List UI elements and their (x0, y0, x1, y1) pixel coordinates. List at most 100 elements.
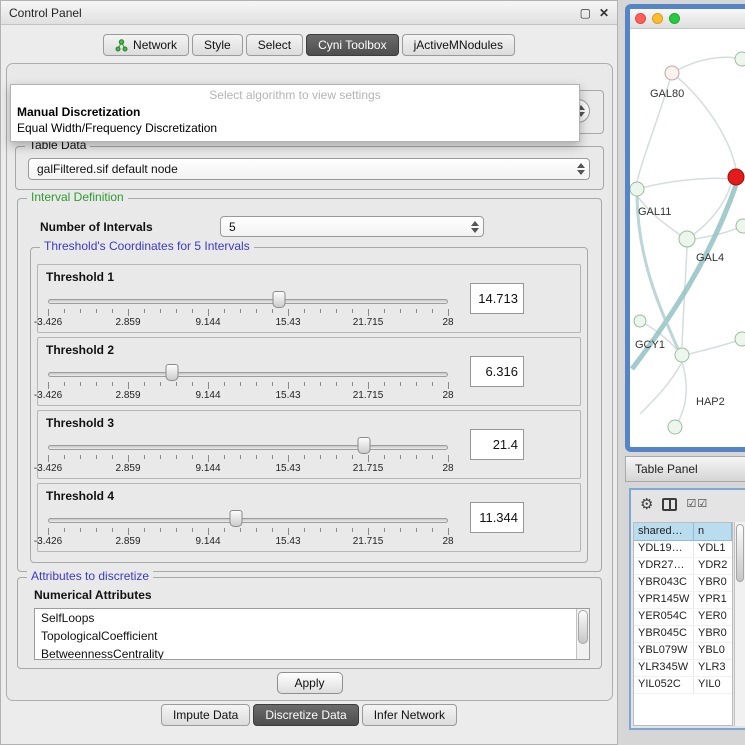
node-partial-right[interactable] (736, 219, 745, 233)
cyni-toolbox-panel: Discretization Algorithm Table Data galF… (6, 63, 613, 701)
threshold-1-value-field[interactable] (470, 283, 524, 314)
zoom-button[interactable] (669, 13, 680, 24)
node-gal80[interactable] (665, 66, 679, 80)
network-view-window: GAL80 GAL11 GAL4 GCY1 HAP2 (625, 4, 745, 452)
control-panel-titlebar[interactable]: Control Panel ▢ ✕ (1, 1, 617, 25)
checkbox-icons[interactable]: ☑☑ (686, 499, 708, 510)
tab-jactivemnodules[interactable]: jActiveMNodules (402, 34, 515, 56)
group-title: Threshold's Coordinates for 5 Intervals (40, 239, 254, 253)
numerical-attributes-list[interactable]: SelfLoopsTopologicalCoefficientBetweenne… (34, 608, 590, 660)
node-partial-right-2[interactable] (735, 332, 745, 346)
table-cell: YDR2 (694, 558, 732, 574)
slider-thumb[interactable] (166, 364, 179, 381)
popup-option-equal-width-frequency[interactable]: Equal Width/Frequency Discretization (11, 120, 579, 136)
list-item[interactable]: SelfLoops (35, 609, 589, 627)
columns-icon[interactable] (662, 498, 677, 511)
threshold-4-value-field[interactable] (470, 502, 524, 533)
popup-placeholder: Select algorithm to view settings (11, 85, 579, 104)
threshold-4-slider[interactable]: -3.4262.8599.14415.4321.71528 (48, 508, 448, 550)
scale-label: -3.426 (34, 463, 62, 474)
table-cell: YDR27… (634, 558, 694, 574)
column-header-name[interactable]: n (694, 523, 732, 541)
tab-discretize-data[interactable]: Discretize Data (253, 704, 358, 726)
scrollbar-thumb[interactable] (736, 524, 744, 582)
algorithm-dropdown-popup: Select algorithm to view settings Manual… (10, 84, 580, 142)
minimize-button[interactable] (652, 13, 663, 24)
threshold-1-slider[interactable]: -3.4262.8599.14415.4321.71528 (48, 289, 448, 331)
close-button[interactable] (635, 13, 646, 24)
tab-select[interactable]: Select (246, 34, 303, 56)
table-row[interactable]: YBR043CYBR0 (634, 575, 732, 592)
tab-label: Network (133, 38, 177, 52)
slider-track[interactable] (48, 299, 448, 304)
slider-thumb[interactable] (272, 291, 285, 308)
popup-option-manual-discretization[interactable]: Manual Discretization (11, 104, 579, 120)
close-icon[interactable]: ✕ (599, 7, 609, 19)
float-window-icon[interactable]: ▢ (580, 7, 591, 19)
scale-label: 15.43 (275, 317, 300, 328)
network-window-titlebar[interactable] (630, 9, 745, 29)
node-hap2[interactable] (668, 420, 682, 434)
node-small[interactable] (634, 315, 646, 327)
threshold-3-value-field[interactable] (470, 429, 524, 460)
scrollbar-thumb[interactable] (578, 610, 588, 644)
table-row[interactable]: YDL19…YDL1 (634, 541, 732, 558)
threshold-label: Threshold 4 (46, 489, 114, 503)
tab-style[interactable]: Style (192, 34, 243, 56)
table-toolbar: ⚙ ☑☑ (631, 490, 745, 518)
threshold-2-block: Threshold 2 -3.4262.8599.14415.4321.7152… (37, 337, 581, 406)
slider-track[interactable] (48, 518, 448, 523)
scale-label: 21.715 (353, 390, 384, 401)
slider-scale: -3.4262.8599.14415.4321.71528 (48, 317, 448, 329)
node-gcy1[interactable] (675, 348, 689, 362)
slider-track[interactable] (48, 372, 448, 377)
tab-label: Style (204, 38, 231, 52)
table-row[interactable]: YBR045CYBR0 (634, 626, 732, 643)
tab-impute-data[interactable]: Impute Data (161, 704, 250, 726)
window-title: Control Panel (9, 6, 82, 20)
table-row[interactable]: YLR345WYLR3 (634, 660, 732, 677)
table-data-combobox[interactable]: galFiltered.sif default node (28, 158, 590, 180)
top-tab-bar: Network Style Select Cyni Toolbox jActiv… (1, 34, 617, 56)
tab-label: jActiveMNodules (414, 38, 503, 52)
slider-track[interactable] (48, 445, 448, 450)
table-row[interactable]: YIL052CYIL0 (634, 677, 732, 694)
tab-infer-network[interactable]: Infer Network (362, 704, 457, 726)
threshold-2-slider[interactable]: -3.4262.8599.14415.4321.71528 (48, 362, 448, 404)
table-scrollbar[interactable] (734, 522, 745, 726)
slider-thumb[interactable] (358, 437, 371, 454)
scale-label: -3.426 (34, 536, 62, 547)
threshold-2-value-field[interactable] (470, 356, 524, 387)
scale-label: 15.43 (275, 390, 300, 401)
table-panel-titlebar[interactable]: Table Panel (625, 456, 745, 482)
tab-label: Select (258, 38, 291, 52)
node-selected-red[interactable] (728, 169, 744, 185)
threshold-label: Threshold 3 (46, 416, 114, 430)
node-label-hap2: HAP2 (696, 396, 725, 408)
scale-label: 2.859 (115, 390, 140, 401)
table-row[interactable]: YDR27…YDR2 (634, 558, 732, 575)
table-row[interactable]: YBL079WYBL0 (634, 643, 732, 660)
tab-network[interactable]: Network (103, 34, 189, 56)
list-scrollbar[interactable] (576, 609, 589, 659)
table-data-selected: galFiltered.sif default node (37, 162, 178, 176)
node-gal11[interactable] (630, 182, 644, 196)
slider-thumb[interactable] (230, 510, 243, 527)
node-gal4[interactable] (679, 231, 695, 247)
list-item[interactable]: TopologicalCoefficient (35, 627, 589, 645)
threshold-3-slider[interactable]: -3.4262.8599.14415.4321.71528 (48, 435, 448, 477)
tab-cyni-toolbox[interactable]: Cyni Toolbox (306, 34, 398, 56)
list-item[interactable]: BetweennessCentrality (35, 645, 589, 660)
table-cell: YBR043C (634, 575, 694, 591)
group-title: Attributes to discretize (27, 569, 153, 583)
network-icon (115, 39, 128, 52)
number-of-intervals-combobox[interactable]: 5 (220, 216, 484, 237)
threshold-1-block: Threshold 1 -3.4262.8599.14415.4321.7152… (37, 264, 581, 333)
network-canvas[interactable]: GAL80 GAL11 GAL4 GCY1 HAP2 (630, 29, 745, 447)
table-row[interactable]: YPR145WYPR1 (634, 592, 732, 609)
node-partial-top[interactable] (735, 52, 745, 66)
gear-icon[interactable]: ⚙ (640, 497, 653, 512)
table-row[interactable]: YER054CYER0 (634, 609, 732, 626)
column-header-shared-name[interactable]: shared… (634, 523, 694, 541)
apply-button[interactable]: Apply (277, 672, 343, 694)
